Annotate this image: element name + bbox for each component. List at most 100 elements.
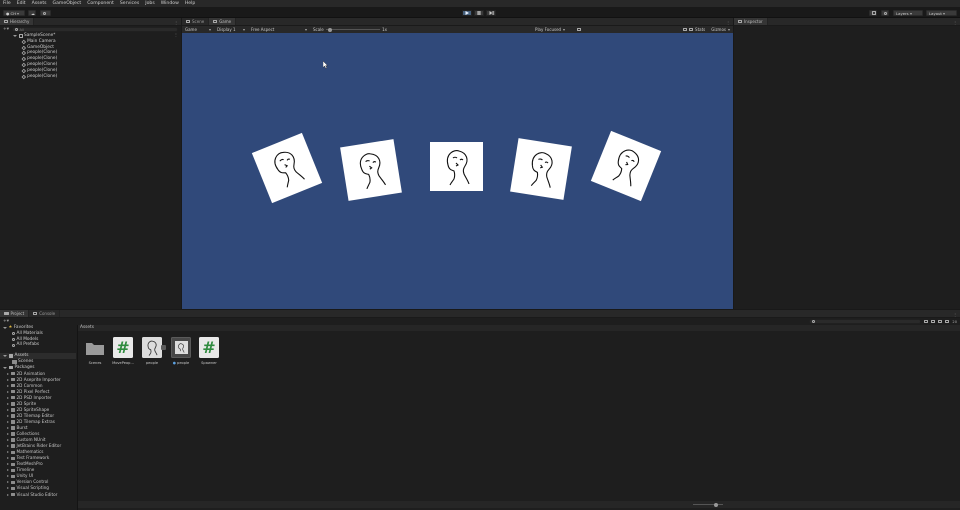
menu-gameobject[interactable]: GameObject xyxy=(50,0,85,7)
game-viewport[interactable] xyxy=(182,33,733,309)
menu-edit[interactable]: Edit xyxy=(14,0,29,7)
scene-view-icon xyxy=(186,19,190,24)
project-toolbar: +▾ 20 xyxy=(0,318,960,325)
add-icon[interactable]: +▾ xyxy=(3,27,9,32)
chevron-right-icon[interactable] xyxy=(7,390,9,393)
project-search-input[interactable] xyxy=(809,319,922,324)
tab-inspector[interactable]: Inspector xyxy=(734,18,768,25)
gizmos-dropdown[interactable]: Gizmos xyxy=(708,27,733,32)
chevron-right-icon[interactable] xyxy=(7,451,9,454)
menu-assets[interactable]: Assets xyxy=(29,0,50,7)
breadcrumb: Assets xyxy=(78,325,960,331)
chevron-right-icon[interactable] xyxy=(7,433,9,436)
hierarchy-item-label: people(Clone) xyxy=(27,73,58,79)
chevron-right-icon[interactable] xyxy=(7,457,9,460)
package-item[interactable]: Visual Studio Editor xyxy=(0,492,76,498)
asset-item[interactable]: ● people xyxy=(168,337,194,365)
asset-item[interactable]: Scenes xyxy=(82,337,108,365)
icon-size-slider[interactable] xyxy=(693,502,723,507)
hierarchy-item[interactable]: people(Clone) xyxy=(21,73,181,80)
scale-control: Scale 1x xyxy=(310,27,390,32)
asset-item[interactable]: # Spawner xyxy=(196,337,222,365)
chevron-right-icon[interactable] xyxy=(7,427,9,430)
folder-icon xyxy=(10,474,15,479)
chevron-right-icon[interactable] xyxy=(7,414,9,417)
stats-toggle[interactable]: Stats xyxy=(680,27,708,32)
chevron-down-icon xyxy=(3,366,7,369)
menu-help[interactable]: Help xyxy=(182,0,198,7)
folder-icon xyxy=(10,390,15,394)
favorite-item-label: All Prefabs xyxy=(16,342,40,348)
tab-project[interactable]: Project xyxy=(0,310,30,317)
chevron-down-icon xyxy=(909,12,912,15)
search-toolbar-button[interactable] xyxy=(881,9,889,16)
play-button[interactable] xyxy=(462,9,472,16)
chevron-right-icon[interactable] xyxy=(7,408,9,411)
tab-hierarchy[interactable]: Hierarchy xyxy=(0,18,35,25)
chevron-right-icon[interactable] xyxy=(7,493,9,496)
chevron-right-icon[interactable] xyxy=(7,420,9,423)
tab-game[interactable]: Game xyxy=(209,18,237,25)
head-sketch-icon xyxy=(530,152,553,188)
chevron-right-icon[interactable] xyxy=(7,475,9,478)
chevron-right-icon[interactable] xyxy=(7,402,9,405)
chevron-right-icon[interactable] xyxy=(7,445,9,448)
layers-dropdown[interactable]: Layers xyxy=(893,9,923,16)
hierarchy-search-input[interactable]: All xyxy=(12,27,178,32)
play-mode-dropdown[interactable]: Play Focused xyxy=(532,27,574,32)
chevron-right-icon[interactable] xyxy=(7,378,9,381)
gameobject-icon xyxy=(21,57,26,62)
account-dropdown[interactable]: ● CH xyxy=(3,9,25,16)
more-icon[interactable]: ⋮ xyxy=(953,312,960,317)
chevron-right-icon[interactable] xyxy=(7,481,9,484)
scale-slider-handle[interactable] xyxy=(327,27,332,32)
step-button[interactable] xyxy=(486,9,496,16)
chevron-right-icon[interactable] xyxy=(7,463,9,466)
mute-button[interactable] xyxy=(574,27,584,32)
cloud-button[interactable]: ☁ xyxy=(28,9,36,16)
chevron-right-icon[interactable] xyxy=(7,396,9,399)
history-button[interactable] xyxy=(869,9,877,16)
menu-file[interactable]: File xyxy=(0,0,14,7)
display-dropdown[interactable]: Display 1 xyxy=(214,27,248,32)
search-button[interactable] xyxy=(40,9,51,16)
more-icon[interactable]: ⋮ xyxy=(174,20,181,25)
icon-size-slider-handle[interactable] xyxy=(714,502,718,507)
chevron-right-icon[interactable] xyxy=(7,469,9,472)
asset-item-label: Scenes xyxy=(88,361,102,365)
star-icon[interactable] xyxy=(938,319,943,324)
chevron-down-icon xyxy=(305,28,307,31)
chevron-right-icon[interactable] xyxy=(7,384,9,387)
asset-item[interactable]: people xyxy=(139,337,165,365)
more-icon[interactable]: ⋮ xyxy=(726,20,733,25)
add-asset-icon[interactable]: +▾ xyxy=(3,319,9,324)
scale-slider[interactable] xyxy=(325,27,381,32)
chevron-right-icon[interactable] xyxy=(7,439,9,442)
search-icon xyxy=(12,343,15,347)
layout-dropdown[interactable]: Layout xyxy=(926,9,957,16)
pause-button[interactable] xyxy=(474,9,484,16)
aspect-dropdown[interactable]: Free Aspect xyxy=(248,27,310,32)
expand-sprite-icon[interactable] xyxy=(161,345,166,350)
filter-type-icon[interactable] xyxy=(924,319,929,324)
menu-component[interactable]: Component xyxy=(84,0,117,7)
folder-icon xyxy=(12,360,17,364)
tab-console[interactable]: Console xyxy=(29,310,61,317)
filter-label-icon[interactable] xyxy=(931,319,936,324)
menu-window[interactable]: Window xyxy=(158,0,182,7)
game-view-toolbar: Game Display 1 Free Aspect Scale 1x Play… xyxy=(182,26,733,33)
people-card xyxy=(340,139,402,201)
game-tab-label: Game xyxy=(219,19,232,24)
chevron-right-icon[interactable] xyxy=(7,487,9,490)
tab-scene[interactable]: Scene xyxy=(182,18,210,25)
more-icon[interactable]: ⋮ xyxy=(174,33,181,39)
menu-services[interactable]: Services xyxy=(117,0,142,7)
visibility-icon[interactable] xyxy=(945,319,950,324)
breadcrumb-assets[interactable]: Assets xyxy=(80,325,94,330)
sprite-icon xyxy=(142,337,162,358)
more-icon[interactable]: ⋮ xyxy=(953,20,960,25)
chevron-right-icon[interactable] xyxy=(7,372,9,375)
menu-jobs[interactable]: Jobs xyxy=(142,0,157,7)
asset-item[interactable]: # MovePeop... xyxy=(110,337,136,365)
game-mode-dropdown[interactable]: Game xyxy=(182,27,214,32)
